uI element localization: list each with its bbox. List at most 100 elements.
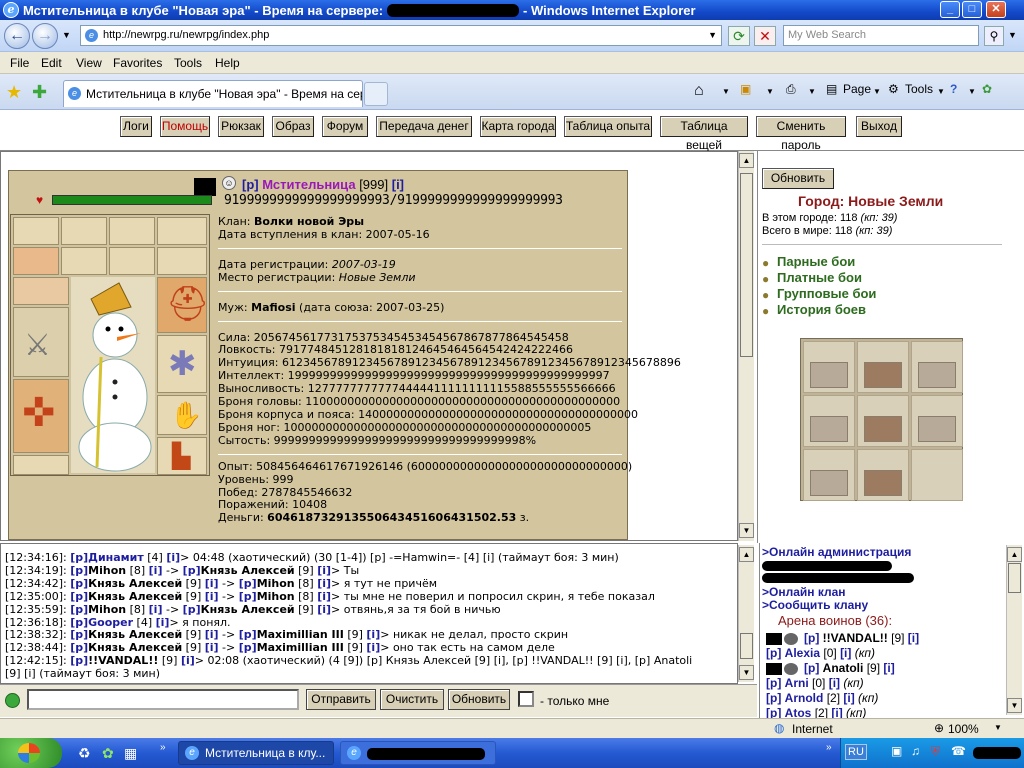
chat-nick[interactable]: !!VANDAL!! <box>88 654 158 667</box>
boots-slot[interactable]: ▙ <box>157 437 207 475</box>
main-scrollbar[interactable]: ▲ ▼ <box>738 151 754 541</box>
chat-nick[interactable]: Князь Алексей <box>201 603 295 616</box>
chat-tag-link[interactable]: [i] <box>205 641 219 654</box>
chat-tag-link[interactable]: [p] <box>70 590 88 603</box>
report-clan-link[interactable]: >Сообщить клану <box>762 598 868 612</box>
btn-backpack[interactable]: Рюкзак <box>218 116 264 137</box>
tray-volume-icon[interactable]: ♫ <box>911 744 920 758</box>
building-castle[interactable] <box>803 395 855 447</box>
history-dropdown-icon[interactable]: ▼ <box>62 30 71 40</box>
page-menu[interactable]: Page <box>843 82 871 96</box>
chat-nick[interactable]: Князь Алексей <box>88 628 182 641</box>
zoom-icon[interactable]: ⊕ <box>934 721 944 735</box>
building-hall[interactable] <box>911 341 963 393</box>
chat-scroll-up-icon[interactable]: ▲ <box>739 547 754 562</box>
building-palace[interactable] <box>911 395 963 447</box>
btn-city-map[interactable]: Карта города <box>480 116 556 137</box>
clear-button[interactable]: Очистить <box>380 689 444 710</box>
scroll-down-icon[interactable]: ▼ <box>739 523 754 538</box>
menu-favorites[interactable]: Favorites <box>113 56 162 70</box>
smiley-icon[interactable] <box>5 693 20 708</box>
player-info-link[interactable]: [i] <box>908 631 919 645</box>
chat-refresh-button[interactable]: Обновить <box>448 689 510 710</box>
chat-tag-link[interactable]: [p] <box>70 603 88 616</box>
back-button[interactable]: ← <box>4 23 30 49</box>
weapon-slot[interactable] <box>13 247 59 275</box>
chat-tag-link[interactable]: [p] <box>239 628 257 641</box>
tab-current[interactable]: e Мстительница в клубе "Новая эра" - Вре… <box>63 80 363 107</box>
player-info-link[interactable]: [i] <box>843 691 854 705</box>
ring-slot[interactable] <box>109 217 155 245</box>
btn-help[interactable]: Помощь <box>160 116 210 137</box>
building-fortress[interactable] <box>857 449 909 501</box>
chat-nick[interactable]: Mihon <box>88 603 126 616</box>
chat-tag-link[interactable]: [i] <box>181 654 195 667</box>
menu-tools[interactable]: Tools <box>174 56 202 70</box>
chevron-icon[interactable]: » <box>160 742 166 753</box>
chat-nick[interactable]: Gooper <box>88 616 133 629</box>
close-button[interactable]: ✕ <box>986 1 1006 18</box>
char-tag[interactable]: [p] <box>242 177 259 192</box>
chat-tag-link[interactable]: [i] <box>317 590 331 603</box>
menu-edit[interactable]: Edit <box>41 56 62 70</box>
zoom-level[interactable]: 100% <box>948 722 979 736</box>
home-icon[interactable]: ⌂ <box>694 82 704 100</box>
send-button[interactable]: Отправить <box>306 689 376 710</box>
btn-change-password[interactable]: Сменить пароль <box>756 116 846 152</box>
scroll-thumb[interactable] <box>740 173 753 357</box>
city-refresh-button[interactable]: Обновить <box>762 168 834 189</box>
btn-items-table[interactable]: Таблица вещей <box>660 116 748 152</box>
print-dropdown-icon[interactable]: ▼ <box>808 87 816 96</box>
chat-nick[interactable]: Maximillian III <box>257 641 344 654</box>
quicklaunch-icon[interactable]: ✿ <box>102 745 114 762</box>
address-dropdown-icon[interactable]: ▼ <box>708 26 717 45</box>
start-button[interactable] <box>0 738 62 768</box>
chat-scroll-thumb[interactable] <box>740 633 753 659</box>
stop-icon[interactable]: ✕ <box>754 26 776 46</box>
print-icon[interactable]: ⎙ <box>786 82 796 97</box>
online-clan-link[interactable]: >Онлайн клан <box>762 585 846 599</box>
helmet-slot[interactable]: ⛑ <box>157 277 209 333</box>
menu-file[interactable]: File <box>10 56 29 70</box>
help-icon[interactable]: ? <box>950 82 957 96</box>
menu-view[interactable]: View <box>76 56 102 70</box>
home-dropdown-icon[interactable]: ▼ <box>722 87 730 96</box>
quicklaunch-icon[interactable]: ▦ <box>124 745 137 762</box>
chat-tag-link[interactable]: [i] <box>205 577 219 590</box>
chat-tag-link[interactable]: [i] <box>205 628 219 641</box>
player-name[interactable]: Atos <box>785 706 812 718</box>
addon-icon[interactable]: ✿ <box>982 82 992 96</box>
tray-icon[interactable]: ☎ <box>951 744 966 758</box>
chat-tag-link[interactable]: [p] <box>183 603 201 616</box>
new-tab-button[interactable] <box>364 82 388 106</box>
ring-slot[interactable] <box>61 217 107 245</box>
player-info-link[interactable]: [i] <box>829 676 840 690</box>
chat-tag-link[interactable]: [i] <box>205 590 219 603</box>
building-towers[interactable] <box>857 341 909 393</box>
chat-tag-link[interactable]: [p] <box>183 564 201 577</box>
zoom-dropdown-icon[interactable]: ▼ <box>994 723 1002 732</box>
btn-image[interactable]: Образ <box>272 116 314 137</box>
building-temple[interactable] <box>803 341 855 393</box>
tray-security-icon[interactable]: ⛨ <box>931 744 940 759</box>
tools-dropdown-icon[interactable]: ▼ <box>937 87 945 96</box>
link-group-battles[interactable]: Групповые бои <box>777 286 876 301</box>
chat-tag-link[interactable]: [i] <box>149 564 163 577</box>
tools-menu[interactable]: Tools <box>905 82 933 96</box>
forward-button[interactable]: → <box>32 23 58 49</box>
player-name[interactable]: Arnold <box>785 691 824 705</box>
ring-slot[interactable] <box>157 217 207 245</box>
player-tag-link[interactable]: [p] <box>766 706 781 718</box>
online-scroll-up-icon[interactable]: ▲ <box>1007 547 1022 562</box>
favorites-star-icon[interactable]: ★ <box>6 82 22 103</box>
player-name[interactable]: Anatoli <box>823 661 864 675</box>
player-tag-link[interactable]: [p] <box>766 646 781 660</box>
search-icon[interactable]: ⚲ <box>984 26 1004 46</box>
chat-nick[interactable]: Maximillian III <box>257 628 344 641</box>
taskbar-ie-window[interactable]: e Мстительница в клу... <box>178 741 334 765</box>
only-me-checkbox[interactable] <box>518 691 534 707</box>
online-scroll-down-icon[interactable]: ▼ <box>1007 698 1022 713</box>
player-tag-link[interactable]: [p] <box>766 676 781 690</box>
building-arena[interactable] <box>857 395 909 447</box>
chat-tag-link[interactable]: [p] <box>70 654 88 667</box>
